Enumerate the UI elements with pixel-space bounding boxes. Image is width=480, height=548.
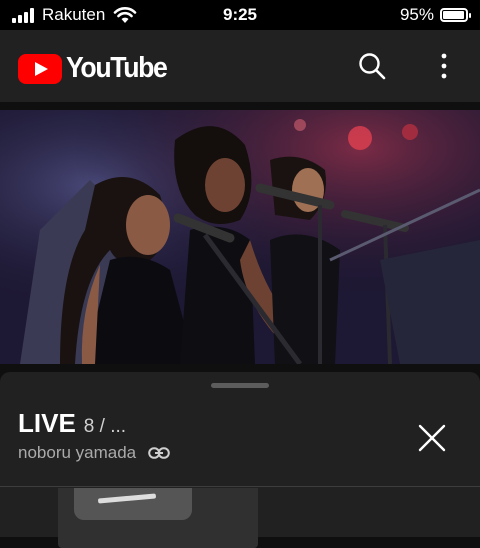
panel-title: LIVE [18,408,76,438]
status-right: 95% [399,5,471,25]
app-header: YouTube [0,30,480,102]
youtube-logo[interactable]: YouTube [18,52,175,85]
search-icon [359,53,386,80]
link-icon[interactable] [148,447,170,459]
channel-name[interactable]: noboru yamada [18,443,136,463]
thumbnail-inner [74,488,192,520]
status-bar: Rakuten 9:25 95% [0,0,480,30]
close-icon [418,424,446,452]
live-panel: LIVE 8 / ... noboru yamada [0,372,480,548]
battery-percent: 95% [399,5,434,24]
more-vert-icon [441,53,447,79]
video-player[interactable] [0,110,480,364]
logo-text: YouTube [66,52,168,84]
battery-icon [440,8,471,22]
panel-count: 8 / ... [83,416,127,437]
channel-row: noboru yamada [18,443,170,463]
divider [0,486,480,487]
video-frame [0,110,480,364]
youtube-play-icon [18,53,62,84]
drag-handle[interactable] [211,383,269,388]
more-options-button[interactable] [426,48,462,84]
close-button[interactable] [414,420,450,456]
search-button[interactable] [354,48,390,84]
panel-title-row: LIVE 8 / ... [18,408,126,439]
playlist-item-thumbnail[interactable] [58,488,258,548]
